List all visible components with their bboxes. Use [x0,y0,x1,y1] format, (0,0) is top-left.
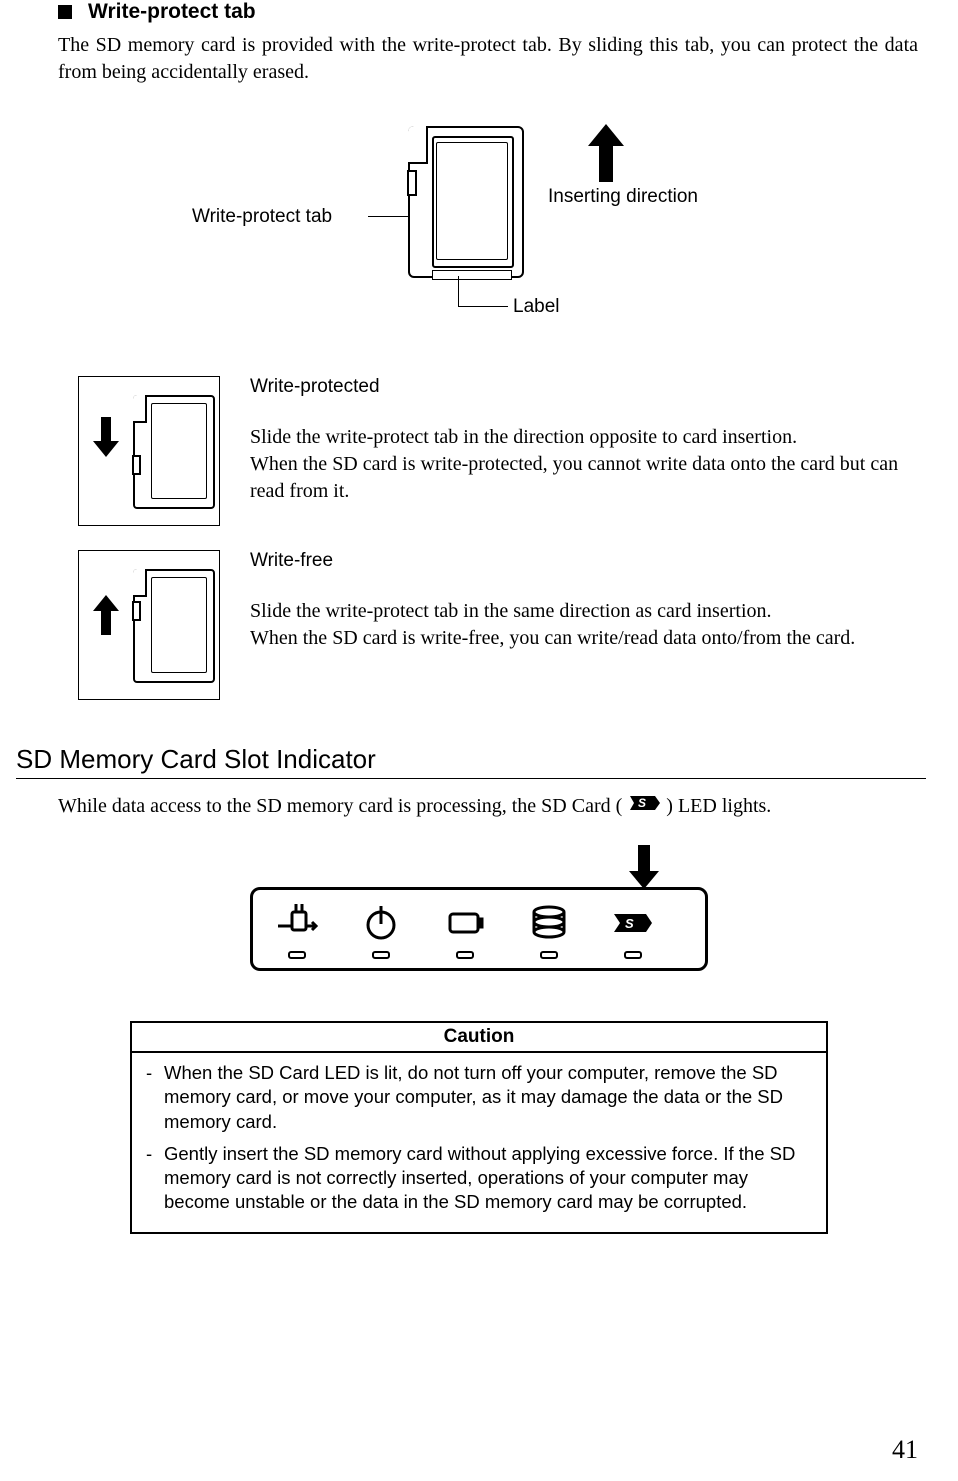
dash-bullet: - [146,1061,154,1133]
intro-paragraph: The SD memory card is provided with the … [58,32,918,86]
sd-card-icon: S [611,899,655,959]
section-heading: SD Memory Card Slot Indicator [16,744,926,779]
caution-text-2: Gently insert the SD memory card without… [164,1142,812,1214]
caution-text-1: When the SD Card LED is lit, do not turn… [164,1061,812,1133]
write-protected-line1: Slide the write-protect tab in the direc… [250,424,918,451]
caution-item: - When the SD Card LED is lit, do not tu… [146,1061,812,1133]
write-free-line2: When the SD card is write-free, you can … [250,625,918,652]
subsection-heading: Write-protect tab [58,0,918,24]
write-protected-title: Write-protected [250,376,918,398]
arrow-down-icon [629,845,659,889]
disk-icon [527,899,571,959]
caution-box: Caution - When the SD Card LED is lit, d… [130,1021,828,1233]
leader-line [458,276,459,306]
diagram-label-tab: Write-protect tab [192,206,332,228]
indicator-text-pre: While data access to the SD memory card … [58,795,622,817]
write-free-illustration [78,550,220,700]
arrow-down-icon [93,417,119,457]
sd-diagram: Write-protect tab Label Inserting direct… [58,116,936,366]
sd-logo-icon: S [627,793,661,821]
sd-card-illustration [408,126,524,278]
diagram-label-direction: Inserting direction [548,186,698,208]
subsection-title: Write-protect tab [88,0,256,24]
caution-item: - Gently insert the SD memory card witho… [146,1142,812,1214]
leader-line [368,216,408,217]
write-free-block: Write-free Slide the write-protect tab i… [78,550,918,700]
svg-text:S: S [638,796,646,810]
dash-bullet: - [146,1142,154,1214]
svg-text:S: S [625,916,634,931]
indicator-paragraph: While data access to the SD memory card … [58,793,918,821]
bullet-icon [58,5,72,19]
power-icon [359,899,403,959]
led-panel-illustration: S [40,845,918,971]
inserting-arrow-icon [588,124,624,182]
write-free-title: Write-free [250,550,918,572]
power-plug-icon [275,899,319,959]
page-number: 41 [892,1435,918,1465]
diagram-label-label: Label [513,296,560,318]
caution-header: Caution [132,1023,826,1053]
indicator-text-post: ) LED lights. [666,795,771,817]
write-protected-line2: When the SD card is write-protected, you… [250,451,918,505]
leader-line [458,306,508,307]
arrow-up-icon [93,595,119,635]
battery-icon [443,899,487,959]
write-protected-illustration [78,376,220,526]
write-protected-block: Write-protected Slide the write-protect … [78,376,918,526]
write-free-line1: Slide the write-protect tab in the same … [250,598,918,625]
